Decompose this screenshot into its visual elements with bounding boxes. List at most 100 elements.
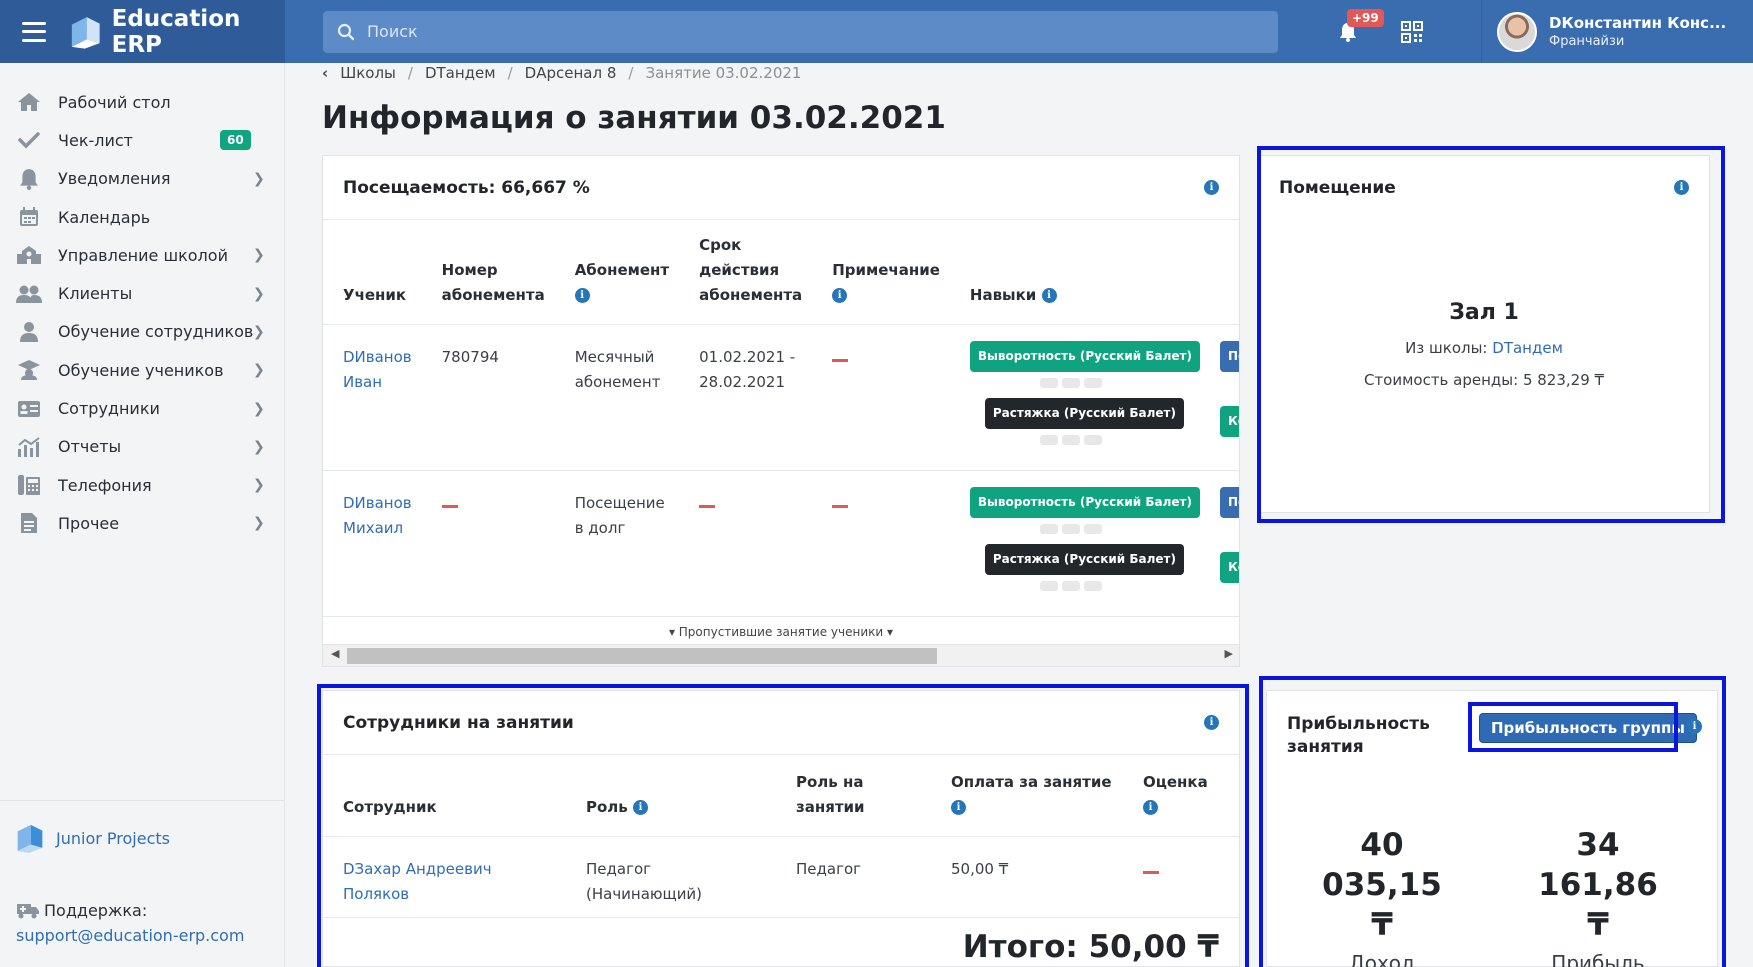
table-row: DИванов Михаил Посещение в долг Выворотнос… bbox=[323, 470, 1239, 616]
info-icon[interactable]: i bbox=[1674, 180, 1689, 195]
breadcrumb-current: Занятие 03.02.2021 bbox=[645, 64, 802, 82]
sidebar-item-checklist[interactable]: Чек-лист 60 bbox=[0, 121, 284, 159]
notifications-button[interactable]: +99 bbox=[1333, 8, 1384, 47]
search-bar[interactable] bbox=[323, 10, 1278, 53]
info-icon[interactable]: i bbox=[1204, 180, 1219, 195]
phone-icon bbox=[16, 473, 42, 497]
breadcrumb: ‹ Школы / DТандем / DАрсенал 8 / Занятие… bbox=[322, 64, 802, 82]
sidebar-item-clients[interactable]: Клиенты ❯ bbox=[0, 274, 284, 312]
back-chevron-icon[interactable]: ‹ bbox=[322, 64, 328, 82]
chevron-right-icon: ❯ bbox=[253, 323, 265, 340]
sidebar-item-desktop[interactable]: Рабочий стол bbox=[0, 83, 284, 121]
attendance-card: Посещаемость: 66,667 % i Ученик Номер або… bbox=[322, 155, 1240, 667]
room-name: Зал 1 bbox=[1449, 300, 1519, 325]
skill-tag: Растяжка (Русский Балет) bbox=[984, 397, 1184, 429]
employee-link[interactable]: DЗахар Андреевич Поляков bbox=[343, 857, 556, 907]
junior-projects-link[interactable]: Junior Projects bbox=[16, 823, 170, 853]
info-icon[interactable]: i bbox=[633, 799, 649, 815]
sidebar-item-label: Прочее bbox=[58, 513, 120, 533]
table-row: DЗахар Андреевич Поляков Педагог (Начинающ… bbox=[323, 836, 1239, 917]
menu-icon[interactable] bbox=[22, 21, 47, 42]
employee-role: Педагог (Начинающий) bbox=[586, 859, 703, 903]
home-icon bbox=[16, 90, 42, 114]
chevron-right-icon: ❯ bbox=[253, 477, 265, 494]
sidebar-item-label: Клиенты bbox=[58, 284, 133, 304]
breadcrumb-item[interactable]: DАрсенал 8 bbox=[525, 64, 617, 82]
student-link[interactable]: DИванов Иван bbox=[343, 345, 412, 395]
skill-rating[interactable] bbox=[1039, 523, 1200, 534]
info-icon[interactable]: i bbox=[1204, 715, 1219, 730]
school-link[interactable]: DТандем bbox=[1492, 339, 1563, 357]
sidebar-item-label: Телефония bbox=[58, 475, 152, 495]
group-profit-button[interactable]: Прибыльность группы bbox=[1479, 713, 1697, 743]
profit-value: 34 161,86 bbox=[1538, 827, 1658, 903]
scroll-right-icon[interactable]: ▶ bbox=[1225, 647, 1233, 660]
qr-code-icon[interactable] bbox=[1401, 20, 1423, 43]
staff-total: Итого: 50,00 ₸ bbox=[962, 929, 1219, 965]
missed-students-toggle[interactable]: ▾ Пропустившие занятие ученики ▾ bbox=[323, 625, 1239, 639]
info-icon[interactable]: i bbox=[951, 799, 966, 815]
logo-icon bbox=[71, 16, 100, 49]
sidebar-item-other[interactable]: Прочее ❯ bbox=[0, 504, 284, 542]
info-icon[interactable]: i bbox=[832, 287, 848, 303]
skill-rating[interactable] bbox=[1039, 377, 1200, 388]
users-icon bbox=[16, 282, 42, 306]
user-menu[interactable]: DКонстантин Конс... Франчайзи bbox=[1481, 0, 1726, 63]
support-label: Поддержка: bbox=[44, 901, 148, 920]
app-title: Education ERP bbox=[111, 5, 241, 58]
user-graduate-icon bbox=[16, 320, 42, 344]
search-icon bbox=[337, 23, 355, 40]
junior-projects-label: Junior Projects bbox=[56, 828, 170, 848]
room-header: Помещение i bbox=[1259, 156, 1709, 220]
sidebar-item-label: Обучение сотрудников bbox=[58, 322, 254, 342]
support-email-link[interactable]: support@education-erp.com bbox=[16, 926, 244, 945]
sidebar-item-student-training[interactable]: Обучение учеников ❯ bbox=[0, 351, 284, 389]
col-employee: Сотрудник bbox=[343, 797, 437, 816]
col-role: Роль i bbox=[566, 755, 776, 836]
chevron-right-icon: ❯ bbox=[253, 247, 265, 264]
sidebar-item-label: Уведомления bbox=[58, 169, 171, 189]
calendar-icon bbox=[16, 205, 42, 229]
col-rating: Оценка i bbox=[1143, 772, 1208, 815]
sidebar-item-label: Рабочий стол bbox=[58, 92, 171, 112]
info-icon[interactable]: i bbox=[1687, 719, 1702, 734]
sidebar-item-reports[interactable]: Отчеты ❯ bbox=[0, 428, 284, 466]
sidebar-item-telephony[interactable]: Телефония ❯ bbox=[0, 466, 284, 504]
sidebar-item-calendar[interactable]: Календарь bbox=[0, 198, 284, 236]
info-icon[interactable]: i bbox=[1143, 799, 1158, 815]
sidebar-item-label: Сотрудники bbox=[58, 399, 160, 419]
sidebar-item-employees[interactable]: Сотрудники ❯ bbox=[0, 389, 284, 427]
breadcrumb-item[interactable]: Школы bbox=[340, 64, 396, 82]
sidebar-divider bbox=[0, 800, 285, 801]
col-pay: Оплата за занятие i bbox=[951, 772, 1112, 815]
profit-card: Прибыльность занятия Прибыльность группы … bbox=[1266, 690, 1718, 967]
user-role: Франчайзи bbox=[1549, 34, 1625, 49]
sidebar-item-notifications[interactable]: Уведомления ❯ bbox=[0, 160, 284, 198]
profit-title: Прибыльность занятия bbox=[1287, 714, 1430, 757]
scrollbar-thumb[interactable] bbox=[347, 648, 937, 664]
info-icon[interactable]: i bbox=[574, 287, 590, 303]
col-student: Ученик bbox=[343, 285, 407, 304]
search-input[interactable] bbox=[367, 22, 1247, 41]
info-icon[interactable]: i bbox=[1041, 287, 1057, 303]
profit-currency: ₸ bbox=[1587, 907, 1609, 943]
staff-table: Сотрудник Роль i Роль на занятии Оплата з… bbox=[323, 755, 1239, 918]
document-icon bbox=[16, 511, 42, 535]
horizontal-scrollbar[interactable]: ◀ ▶ bbox=[323, 644, 1239, 666]
sidebar-item-label: Чек-лист bbox=[58, 130, 133, 150]
room-card: Помещение i Зал 1 Из школы: DТандем Стои… bbox=[1258, 155, 1710, 513]
empty-dash bbox=[1143, 870, 1159, 874]
col-number: Номер абонемента bbox=[441, 260, 545, 304]
breadcrumb-item[interactable]: DТандем bbox=[425, 64, 496, 82]
sidebar-item-school-management[interactable]: Управление школой ❯ bbox=[0, 236, 284, 274]
col-skills: Навыки i bbox=[950, 220, 1210, 324]
student-link[interactable]: DИванов Михаил bbox=[343, 491, 412, 541]
avatar bbox=[1497, 11, 1537, 52]
col-note: Примечание i bbox=[832, 260, 940, 303]
col-subscription: Абонемент i bbox=[574, 260, 670, 303]
id-card-icon bbox=[16, 397, 42, 421]
sidebar-item-staff-training[interactable]: Обучение сотрудников ❯ bbox=[0, 313, 284, 351]
skill-rating[interactable] bbox=[1039, 434, 1200, 445]
scroll-left-icon[interactable]: ◀ bbox=[331, 647, 339, 660]
skill-rating[interactable] bbox=[1039, 580, 1200, 591]
